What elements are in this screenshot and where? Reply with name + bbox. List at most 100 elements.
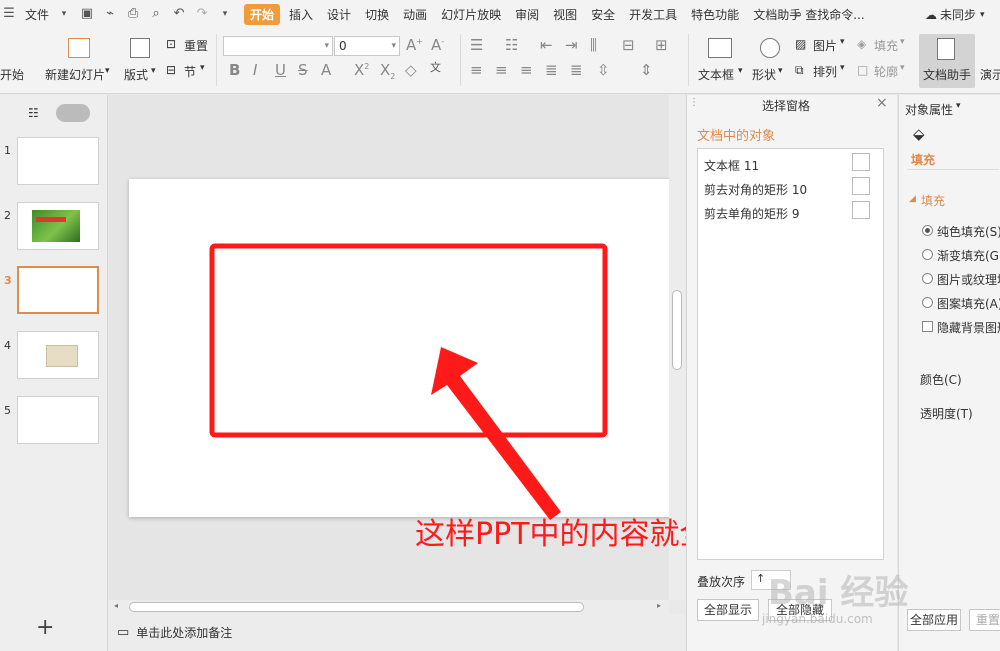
distributed-icon[interactable]: ≣ xyxy=(570,61,583,79)
notes-bar[interactable]: ▭ 单击此处添加备注 xyxy=(109,614,685,651)
tab-features[interactable]: 特色功能 xyxy=(691,6,739,23)
customize-toolbar-icon[interactable]: ▾ xyxy=(218,7,232,21)
chevron-down-icon[interactable]: ▾ xyxy=(778,66,783,76)
properties-title[interactable]: 对象属性 xyxy=(905,101,953,118)
font-size-select[interactable]: 0 ▾ xyxy=(334,36,400,56)
layout-button[interactable]: 版式 xyxy=(124,66,148,83)
arrange-button[interactable]: 排列 xyxy=(813,63,837,80)
list-item[interactable]: 剪去单角的矩形 9 xyxy=(704,201,880,223)
chevron-down-icon[interactable]: ▾ xyxy=(738,66,743,76)
tab-fill[interactable]: 填充 xyxy=(911,151,935,168)
phonetic-guide-icon[interactable]: 文 xyxy=(430,59,441,75)
move-up-icon[interactable]: ↑ xyxy=(756,572,765,585)
start-slideshow-button[interactable]: 开始 xyxy=(0,66,24,83)
paragraph-spacing-icon[interactable]: ⇕ xyxy=(640,61,653,79)
tab-slideshow[interactable]: 幻灯片放映 xyxy=(441,6,501,23)
textbox-button[interactable]: 文本框 xyxy=(698,66,734,83)
tab-doc-assistant[interactable]: 文档助手 xyxy=(753,6,801,23)
increase-indent-icon[interactable]: ⇥ xyxy=(565,36,578,54)
file-menu[interactable]: 文件 xyxy=(25,6,49,23)
slide-thumb-3[interactable] xyxy=(17,266,99,314)
font-name-select[interactable]: ▾ xyxy=(223,36,333,56)
align-center-icon[interactable]: ≡ xyxy=(495,61,508,79)
new-slide-button[interactable]: 新建幻灯片 xyxy=(45,66,105,83)
reset-button[interactable]: 重置 xyxy=(184,37,208,54)
decrease-indent-icon[interactable]: ⇤ xyxy=(540,36,553,54)
slide-view-icon[interactable] xyxy=(56,104,90,122)
chevron-down-icon[interactable]: ▾ xyxy=(840,63,845,73)
tab-home[interactable]: 开始 xyxy=(244,3,281,25)
print-preview-icon[interactable]: ⌕ xyxy=(149,7,163,21)
fill-tab-icon[interactable]: ⬙ xyxy=(913,125,925,143)
pattern-fill-radio[interactable] xyxy=(922,297,933,308)
scroll-thumb[interactable] xyxy=(672,290,682,370)
text-direction-icon[interactable]: ⫼ xyxy=(590,36,597,54)
apply-all-button[interactable]: 全部应用 xyxy=(907,609,961,631)
outline-view-icon[interactable]: ☷ xyxy=(28,106,39,120)
new-slide-icon[interactable] xyxy=(68,38,90,58)
superscript-icon[interactable]: X2 xyxy=(354,61,369,79)
chevron-down-icon[interactable]: ▾ xyxy=(900,37,905,47)
numbering-icon[interactable]: ☷ xyxy=(505,36,518,54)
line-spacing-icon[interactable]: ⇳ xyxy=(597,61,610,79)
chevron-down-icon[interactable]: ▾ xyxy=(956,101,961,111)
print-icon[interactable]: ⎙ xyxy=(126,7,140,21)
slide-thumb-5[interactable] xyxy=(17,396,99,444)
hamburger-icon[interactable]: ☰ xyxy=(2,7,16,21)
redo-icon[interactable]: ↷ xyxy=(195,7,209,21)
show-all-button[interactable]: 全部显示 xyxy=(697,599,759,621)
italic-icon[interactable]: I xyxy=(253,61,257,79)
subscript-icon[interactable]: X2 xyxy=(380,61,395,81)
list-item[interactable]: 剪去对角的矩形 10 xyxy=(704,177,880,199)
picture-fill-radio[interactable] xyxy=(922,273,933,284)
section-button[interactable]: 节 xyxy=(184,63,196,80)
present-button[interactable]: 演示 xyxy=(980,66,1000,83)
chevron-down-icon[interactable]: ▾ xyxy=(200,63,205,73)
tab-animations[interactable]: 动画 xyxy=(403,6,427,23)
clear-format-icon[interactable]: ◇ xyxy=(405,61,417,79)
chevron-down-icon[interactable]: ▾ xyxy=(900,63,905,73)
collapse-icon[interactable]: ◢ xyxy=(909,194,916,204)
bold-icon[interactable]: B xyxy=(229,61,240,79)
visibility-toggle[interactable] xyxy=(852,201,870,219)
chevron-down-icon[interactable]: ▾ xyxy=(840,37,845,47)
align-text-icon[interactable]: ⊟ xyxy=(622,36,635,54)
align-left-icon[interactable]: ≡ xyxy=(470,61,483,79)
chevron-down-icon[interactable]: ▾ xyxy=(105,66,110,76)
tab-developer[interactable]: 开发工具 xyxy=(629,6,677,23)
increase-font-icon[interactable]: A+ xyxy=(406,36,423,54)
close-icon[interactable]: × xyxy=(876,95,888,111)
save-icon[interactable]: ▣ xyxy=(80,7,94,21)
chevron-down-icon[interactable]: ▾ xyxy=(151,66,156,76)
decrease-font-icon[interactable]: A- xyxy=(431,36,444,54)
tab-design[interactable]: 设计 xyxy=(327,6,351,23)
chevron-down-icon[interactable]: ▾ xyxy=(57,7,71,21)
solid-fill-radio[interactable] xyxy=(922,225,933,236)
tab-security[interactable]: 安全 xyxy=(591,6,615,23)
scroll-right-icon[interactable]: ▸ xyxy=(657,601,661,610)
add-slide-icon[interactable]: + xyxy=(36,615,54,640)
horizontal-scrollbar[interactable]: ◂ ▸ xyxy=(109,600,669,614)
picture-button[interactable]: 图片 xyxy=(813,37,837,54)
fill-button[interactable]: 填充 xyxy=(874,37,898,54)
textbox-icon[interactable] xyxy=(708,38,732,58)
tab-insert[interactable]: 插入 xyxy=(289,6,313,23)
column-icon[interactable]: ⊞ xyxy=(655,36,668,54)
slide-thumb-4[interactable] xyxy=(17,331,99,379)
undo-icon[interactable]: ↶ xyxy=(172,7,186,21)
gradient-fill-radio[interactable] xyxy=(922,249,933,260)
underline-icon[interactable]: U xyxy=(275,61,286,79)
bullets-icon[interactable]: ☰ xyxy=(470,36,483,54)
hide-bg-checkbox[interactable] xyxy=(922,321,933,332)
command-search[interactable]: ⌕ 查找命令... xyxy=(795,6,865,23)
outline-button[interactable]: 轮廓 xyxy=(874,63,898,80)
tab-review[interactable]: 审阅 xyxy=(515,6,539,23)
justify-icon[interactable]: ≣ xyxy=(545,61,558,79)
slide-thumb-2[interactable] xyxy=(17,202,99,250)
shape-button[interactable]: 形状 xyxy=(752,66,776,83)
visibility-toggle[interactable] xyxy=(852,177,870,195)
font-color-icon[interactable]: A xyxy=(321,61,331,79)
format-painter-icon[interactable]: ⌁ xyxy=(103,7,117,21)
tab-transitions[interactable]: 切换 xyxy=(365,6,389,23)
strikethrough-icon[interactable]: S xyxy=(298,61,308,79)
